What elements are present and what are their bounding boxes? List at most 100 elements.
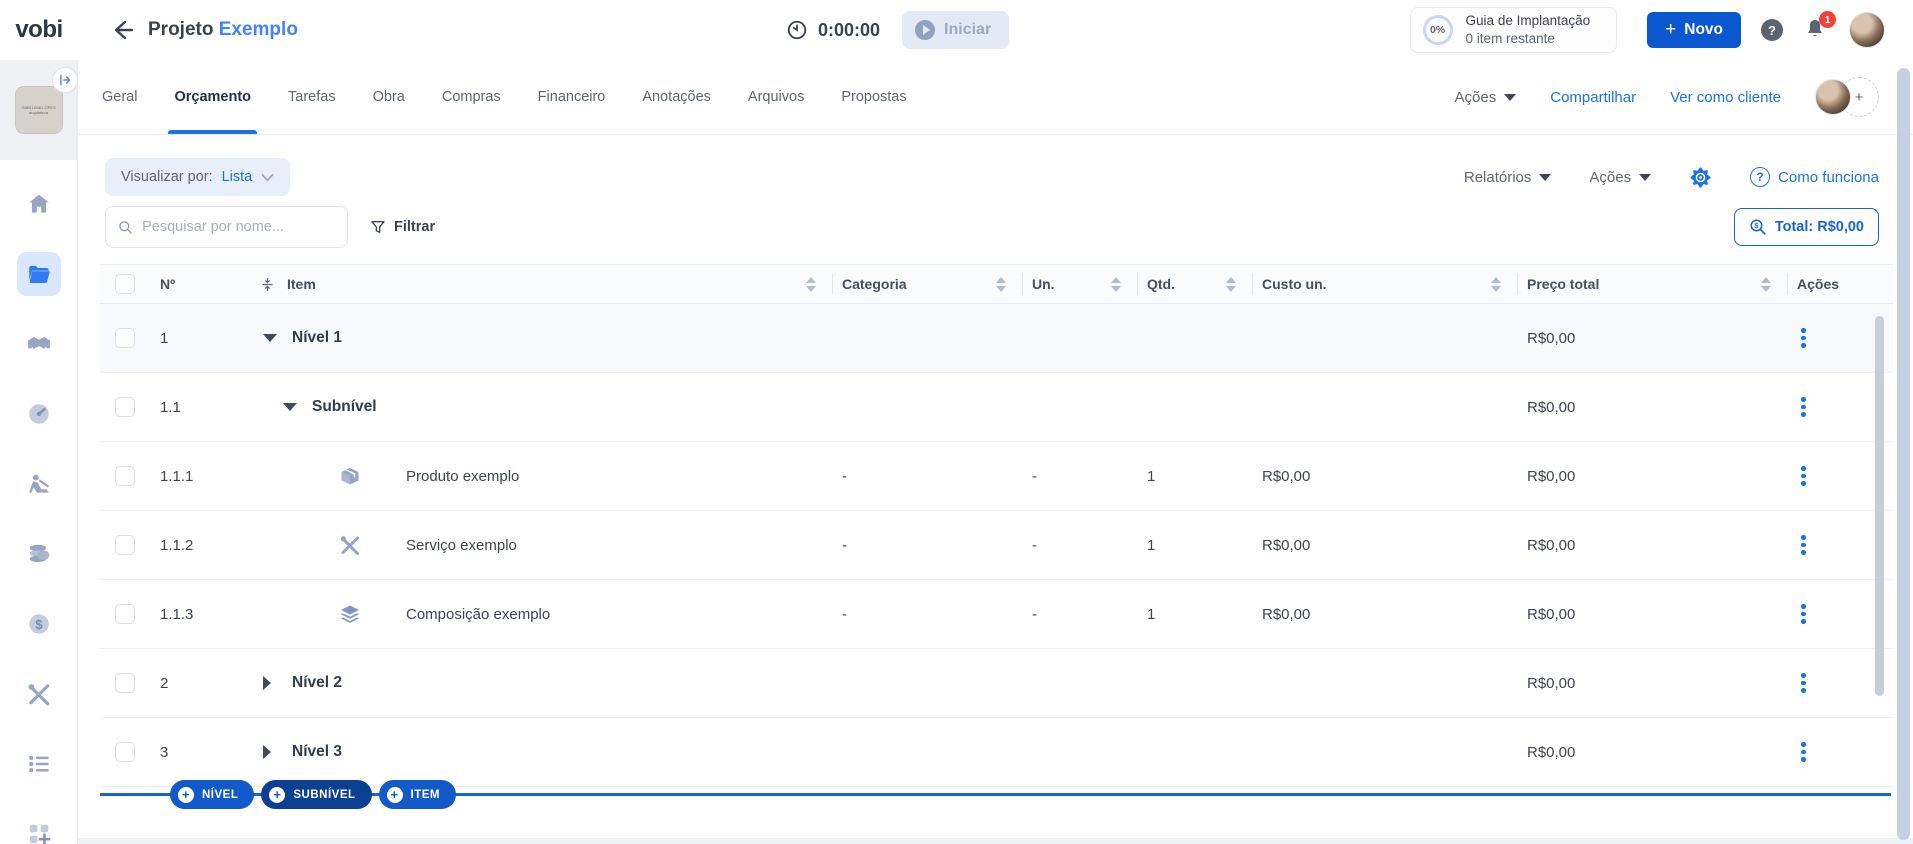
page-scrollbar[interactable] (1897, 68, 1910, 840)
sort-icon[interactable] (1761, 276, 1771, 292)
settings-gear-icon[interactable] (1689, 166, 1712, 189)
row-number: 1.1.3 (160, 605, 194, 623)
share-button[interactable]: Compartilhar (1550, 89, 1636, 106)
row-checkbox[interactable] (115, 742, 135, 762)
cell-categoria: - (842, 605, 847, 623)
project-actions-dropdown[interactable]: Ações (1455, 89, 1517, 106)
expand-caret-icon[interactable] (263, 745, 275, 759)
sort-icon[interactable] (996, 276, 1006, 292)
add-item-button[interactable]: + ITEM (378, 780, 457, 809)
filter-button[interactable]: Filtrar (370, 219, 435, 235)
collapse-caret-icon[interactable] (283, 403, 297, 411)
how-it-works-link[interactable]: ? Como funciona (1750, 167, 1879, 187)
sort-icon[interactable] (1491, 276, 1501, 292)
cell-custo-un (1252, 373, 1517, 441)
sidebar-item-handshake[interactable] (17, 322, 61, 366)
sidebar-item-construction[interactable] (17, 462, 61, 506)
play-icon (915, 20, 936, 40)
item-label[interactable]: Nível 2 (292, 674, 342, 692)
budget-actions-dropdown[interactable]: Ações (1589, 169, 1652, 186)
search-input[interactable] (142, 219, 335, 235)
cell-un (1022, 373, 1137, 441)
view-by-select[interactable]: Visualizar por: Lista (105, 158, 291, 196)
gauge-icon (26, 401, 52, 427)
row-actions-menu-icon[interactable] (1801, 397, 1806, 417)
row-actions-menu-icon[interactable] (1801, 742, 1806, 762)
implementation-guide-card[interactable]: 0% Guia de Implantação 0 item restante (1409, 7, 1618, 53)
item-label[interactable]: Nível 1 (292, 329, 342, 347)
package-icon (338, 464, 362, 488)
collapse-caret-icon[interactable] (263, 334, 277, 342)
construction-icon (26, 471, 52, 497)
tab-propostas[interactable]: Propostas (841, 60, 906, 134)
search-icon (119, 220, 132, 234)
collapse-all-icon[interactable] (260, 277, 275, 292)
new-button[interactable]: + Novo (1647, 12, 1741, 48)
question-circle-icon: ? (1750, 167, 1771, 187)
coins-icon (26, 541, 52, 567)
row-number: 1.1 (160, 398, 181, 416)
row-checkbox[interactable] (115, 604, 135, 624)
cell-un: - (1032, 605, 1037, 623)
view-as-client-button[interactable]: Ver como cliente (1670, 89, 1781, 106)
cell-un (1022, 304, 1137, 372)
tab-anotacoes[interactable]: Anotações (642, 60, 711, 134)
tab-arquivos[interactable]: Arquivos (748, 60, 804, 134)
user-avatar[interactable] (1849, 12, 1885, 48)
item-label: Serviço exemplo (406, 536, 517, 554)
row-checkbox[interactable] (115, 535, 135, 555)
row-checkbox[interactable] (115, 466, 135, 486)
vobi-logo[interactable]: vobi (0, 16, 78, 44)
row-actions-menu-icon[interactable] (1801, 466, 1806, 486)
tab-financeiro[interactable]: Financeiro (538, 60, 606, 134)
member-avatar[interactable] (1815, 79, 1851, 115)
tab-geral[interactable]: Geral (102, 60, 137, 134)
notifications-bell-icon[interactable]: 1 (1803, 11, 1836, 43)
start-timer-button[interactable]: Iniciar (902, 11, 1010, 49)
plus-icon: + (1665, 19, 1677, 40)
time-tracker: 0:00:00 Iniciar (786, 0, 1010, 60)
sidebar-item-folder[interactable] (16, 252, 61, 296)
row-actions-menu-icon[interactable] (1801, 673, 1806, 693)
table-row: 1.1.3 Composição exemplo - - 1 R$0,00 R$… (100, 580, 1893, 649)
expand-sidebar-button[interactable] (52, 67, 78, 93)
sidebar-item-apps-plus[interactable] (17, 812, 61, 844)
row-checkbox[interactable] (115, 328, 135, 348)
project-name-link[interactable]: Exemplo (219, 19, 298, 40)
tab-obra[interactable]: Obra (373, 60, 405, 134)
sidebar-item-dollar[interactable]: $ (17, 602, 61, 646)
sort-icon[interactable] (806, 276, 816, 292)
back-arrow-icon[interactable] (110, 18, 134, 42)
apps-plus-icon (26, 821, 52, 844)
table-row: 2 Nível 2 R$0,00 (100, 649, 1893, 718)
tab-tarefas[interactable]: Tarefas (288, 60, 336, 134)
add-subnivel-button[interactable]: + SUBNÍVEL (261, 780, 372, 809)
add-nivel-button[interactable]: + NÍVEL (170, 780, 255, 809)
sidebar-item-tools[interactable] (17, 672, 61, 716)
cell-qtd: 1 (1147, 536, 1156, 554)
sidebar-item-list[interactable] (17, 742, 61, 786)
row-actions-menu-icon[interactable] (1801, 328, 1806, 348)
total-button[interactable]: $ Total: R$0,00 (1733, 208, 1879, 246)
item-label[interactable]: Nível 3 (292, 743, 342, 761)
sort-icon[interactable] (1226, 276, 1236, 292)
reports-dropdown[interactable]: Relatórios (1464, 169, 1552, 186)
item-label[interactable]: Subnível (312, 398, 377, 416)
row-checkbox[interactable] (115, 397, 135, 417)
row-checkbox[interactable] (115, 673, 135, 693)
row-number: 1.1.2 (160, 536, 194, 554)
column-header-un: Un. (1022, 265, 1137, 303)
org-logo[interactable]: GABI LIMA LOPES arquitetura (14, 86, 63, 134)
select-all-checkbox[interactable] (115, 274, 135, 294)
help-icon[interactable]: ? (1761, 19, 1783, 41)
row-actions-menu-icon[interactable] (1801, 535, 1806, 555)
expand-caret-icon[interactable] (263, 676, 275, 690)
tab-compras[interactable]: Compras (442, 60, 501, 134)
sidebar-item-home[interactable] (17, 182, 61, 226)
sidebar-item-coins[interactable] (17, 532, 61, 576)
row-actions-menu-icon[interactable] (1801, 604, 1806, 624)
tab-orcamento[interactable]: Orçamento (168, 60, 257, 134)
sort-icon[interactable] (1111, 276, 1121, 292)
table-scrollbar[interactable] (1875, 316, 1884, 696)
sidebar-item-gauge[interactable] (17, 392, 61, 436)
